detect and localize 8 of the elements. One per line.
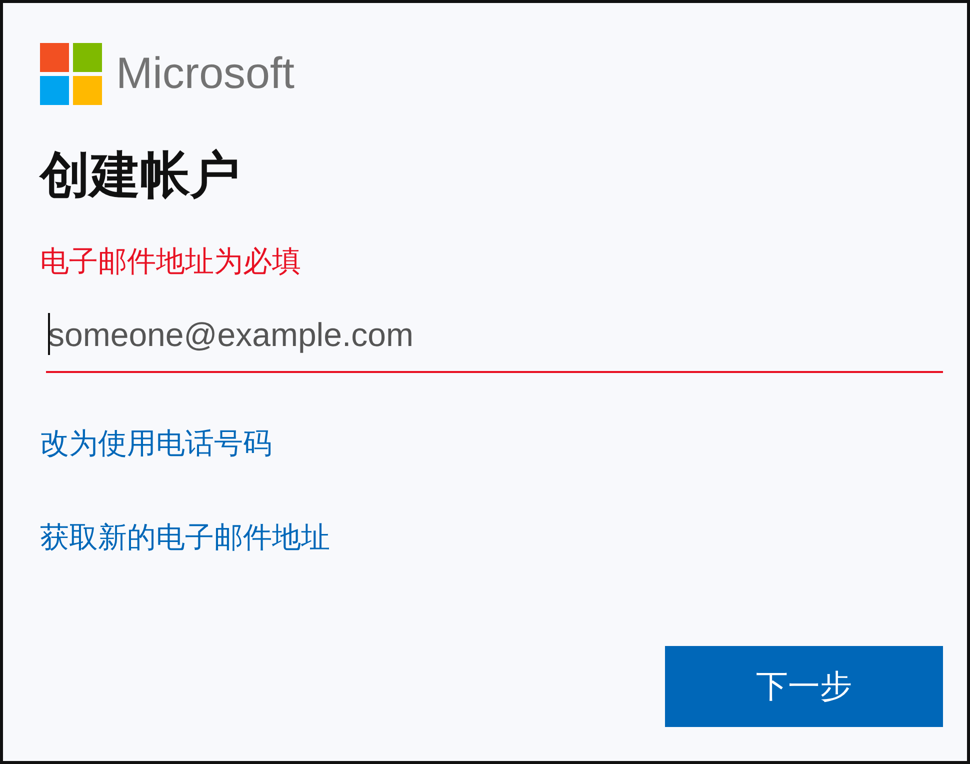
page-title: 创建帐户: [40, 145, 241, 206]
error-message: 电子邮件地址为必填: [40, 243, 302, 280]
next-button[interactable]: 下一步: [665, 646, 943, 727]
link[interactable]: 获取新的电子邮件地址: [40, 517, 330, 557]
brand-name: Microsoft: [116, 49, 294, 99]
email-field[interactable]: someone@example.com: [46, 299, 943, 373]
logo-icon: [40, 43, 102, 105]
link[interactable]: 改为使用电话号码: [40, 423, 272, 463]
